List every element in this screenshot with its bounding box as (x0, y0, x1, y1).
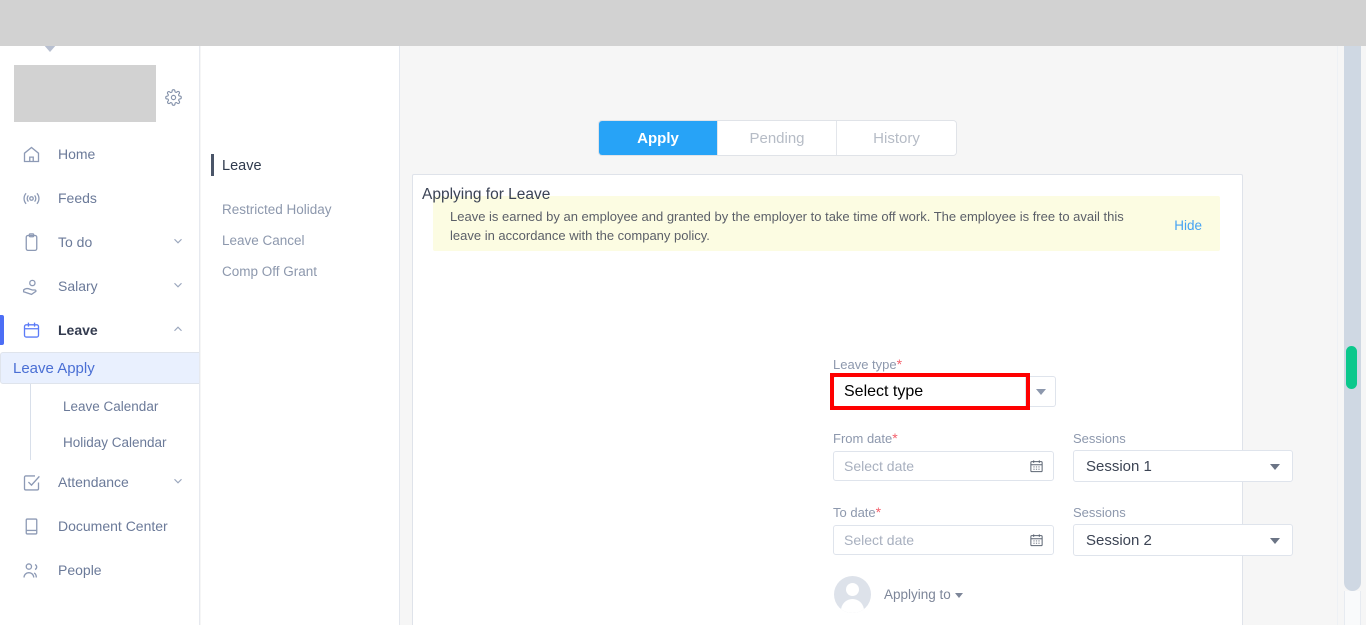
browser-chrome-bar (0, 0, 1366, 46)
sidebar-item-label: Feeds (58, 190, 97, 206)
subitem-label: Leave Apply (13, 359, 95, 377)
sessions-from-value: Session 1 (1086, 457, 1152, 475)
sidebar-item-label: Attendance (58, 474, 129, 490)
primary-sidebar: Home Feeds To do Salary Leave Leave Appl… (0, 46, 200, 625)
company-logo (14, 65, 156, 122)
calendar-icon[interactable] (1029, 458, 1044, 474)
tab-label: Apply (637, 129, 679, 147)
sessions-from-select[interactable]: Session 1 (1073, 450, 1293, 482)
sidebar-subitem-holiday-calendar[interactable]: Holiday Calendar (0, 424, 199, 460)
sidebar-item-label: Salary (58, 278, 98, 294)
sessions-to-select[interactable]: Session 2 (1073, 524, 1293, 556)
leave-subnav: Leave Apply Leave Balances Leave Calenda… (0, 352, 199, 460)
from-date-placeholder: Select date (844, 458, 915, 474)
subitem-label: Leave Calendar (63, 398, 159, 414)
applying-to-text: Applying to (884, 587, 951, 602)
clipboard-icon (20, 231, 42, 253)
to-date-label: To date* (833, 504, 881, 520)
leave-type-label: Leave type* (833, 356, 902, 372)
sidebar-item-label: People (58, 562, 102, 578)
page-scrollbar[interactable] (1338, 46, 1366, 625)
info-banner: Leave is earned by an employee and grant… (433, 196, 1220, 251)
sessions-from-label: Sessions (1073, 431, 1126, 446)
sidebar-item-todo[interactable]: To do (0, 220, 199, 264)
leave-type-dropdown-button[interactable] (1026, 376, 1056, 407)
chevron-down-icon (1035, 388, 1046, 395)
gear-icon[interactable] (165, 89, 182, 106)
main-content: Apply Pending History Leave is earned by… (401, 46, 1338, 625)
broadcast-icon (20, 187, 42, 209)
calendar-icon (20, 319, 42, 341)
label-text: Leave type (833, 357, 897, 372)
sidebar-item-salary[interactable]: Salary (0, 264, 199, 308)
sidebar-item-home[interactable]: Home (0, 132, 199, 176)
chevron-down-icon[interactable] (171, 278, 185, 295)
to-date-placeholder: Select date (844, 532, 915, 548)
leave-type-input[interactable]: Select type (833, 376, 1026, 407)
scrollbar-track[interactable] (1344, 46, 1361, 591)
category-label: Comp Off Grant (222, 264, 318, 279)
from-date-label: From date* (833, 430, 898, 446)
tab-label: Pending (749, 129, 805, 147)
chevron-down-icon[interactable] (171, 234, 185, 251)
leave-apply-card: Leave is earned by an employee and grant… (412, 174, 1243, 625)
leave-tabs: Apply Pending History (599, 121, 956, 155)
people-icon (20, 559, 42, 581)
category-label: Restricted Holiday (222, 202, 332, 217)
sidebar-subitem-leave-calendar[interactable]: Leave Calendar (0, 388, 199, 424)
required-asterisk: * (892, 430, 898, 446)
category-label: Leave (222, 157, 262, 174)
tab-apply[interactable]: Apply (599, 121, 718, 155)
category-label: Leave Cancel (222, 233, 305, 248)
sidebar-item-document-center[interactable]: Document Center (0, 504, 199, 548)
subitem-label: Holiday Calendar (63, 434, 167, 450)
sidebar-item-label: Document Center (58, 518, 168, 534)
form-title: Applying for Leave (422, 186, 551, 203)
label-text: To date (833, 505, 876, 520)
tab-pending[interactable]: Pending (718, 121, 837, 155)
hand-coin-icon (20, 275, 42, 297)
tab-label: History (873, 129, 920, 147)
app-root: Home Feeds To do Salary Leave Leave Appl… (0, 0, 1366, 625)
chevron-down-icon[interactable] (171, 474, 185, 491)
chevron-down-icon (1270, 464, 1280, 470)
scrollbar-track-lower[interactable] (1344, 591, 1361, 625)
sidebar-header (0, 46, 199, 132)
sidebar-item-label: Home (58, 146, 96, 162)
required-asterisk: * (896, 356, 903, 372)
scrollbar-thumb[interactable] (1346, 346, 1357, 389)
to-date-input[interactable]: Select date (833, 525, 1054, 555)
sessions-to-label: Sessions (1073, 505, 1126, 520)
sidebar-item-people[interactable]: People (0, 548, 199, 592)
applying-to-label: Applying to (884, 587, 963, 602)
sidebar-item-attendance[interactable]: Attendance (0, 460, 199, 504)
chevron-up-icon[interactable] (171, 322, 185, 339)
home-icon (20, 143, 42, 165)
category-item-comp-off-grant[interactable]: Comp Off Grant (201, 256, 399, 287)
caret-down-icon[interactable] (954, 592, 963, 598)
label-text: From date (833, 431, 893, 446)
book-icon (20, 515, 42, 537)
sidebar-item-label: To do (58, 234, 93, 250)
category-item-restricted-holiday[interactable]: Restricted Holiday (201, 194, 399, 225)
leave-category-nav: Leave Restricted Holiday Leave Cancel Co… (201, 46, 400, 625)
checkbox-icon (20, 471, 42, 493)
required-asterisk: * (875, 504, 882, 520)
category-item-leave[interactable]: Leave (201, 150, 399, 181)
sidebar-item-label: Leave (58, 322, 98, 338)
leave-type-placeholder: Select type (844, 382, 924, 400)
applying-to-row[interactable]: Applying to (834, 576, 963, 613)
hide-banner-link[interactable]: Hide (1174, 218, 1202, 233)
sidebar-subitem-leave-apply[interactable]: Leave Apply (0, 352, 199, 384)
category-item-leave-cancel[interactable]: Leave Cancel (201, 225, 399, 256)
calendar-icon[interactable] (1029, 532, 1044, 548)
sessions-to-value: Session 2 (1086, 531, 1152, 549)
chevron-down-icon (36, 46, 64, 52)
from-date-input[interactable]: Select date (833, 451, 1054, 481)
chevron-down-icon (1270, 538, 1280, 544)
tab-history[interactable]: History (837, 121, 956, 155)
sidebar-item-leave[interactable]: Leave (0, 308, 199, 352)
avatar (834, 576, 871, 613)
sidebar-item-feeds[interactable]: Feeds (0, 176, 199, 220)
